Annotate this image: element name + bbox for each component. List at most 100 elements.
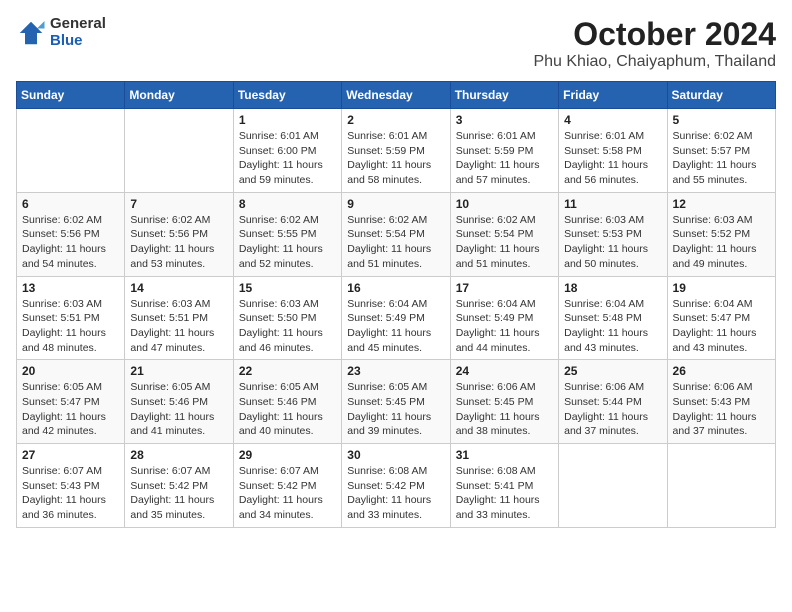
day-header-friday: Friday: [559, 82, 667, 109]
calendar-cell: 23 Sunrise: 6:05 AMSunset: 5:45 PMDayligh…: [342, 360, 450, 444]
day-number: 3: [456, 113, 553, 127]
day-info: Sunrise: 6:05 AMSunset: 5:45 PMDaylight:…: [347, 380, 444, 439]
calendar-cell: 29 Sunrise: 6:07 AMSunset: 5:42 PMDayligh…: [233, 444, 341, 528]
logo: General Blue: [16, 16, 106, 49]
day-number: 23: [347, 364, 444, 378]
day-number: 7: [130, 197, 227, 211]
day-number: 6: [22, 197, 119, 211]
day-info: Sunrise: 6:01 AMSunset: 5:58 PMDaylight:…: [564, 129, 661, 188]
day-number: 14: [130, 281, 227, 295]
calendar-cell: 11Sunrise: 6:03 AMSunset: 5:53 PMDayligh…: [559, 192, 667, 276]
week-row-3: 13 Sunrise: 6:03 AMSunset: 5:51 PMDayligh…: [17, 276, 776, 360]
calendar-cell: [125, 109, 233, 193]
calendar-cell: 21 Sunrise: 6:05 AMSunset: 5:46 PMDayligh…: [125, 360, 233, 444]
day-info: Sunrise: 6:07 AMSunset: 5:42 PMDaylight:…: [130, 464, 227, 523]
day-info: Sunrise: 6:02 AMSunset: 5:56 PMDaylight:…: [130, 213, 227, 272]
calendar-cell: 4 Sunrise: 6:01 AMSunset: 5:58 PMDaylight…: [559, 109, 667, 193]
day-info: Sunrise: 6:02 AMSunset: 5:54 PMDaylight:…: [347, 213, 444, 272]
day-number: 20: [22, 364, 119, 378]
day-info: Sunrise: 6:08 AMSunset: 5:41 PMDaylight:…: [456, 464, 553, 523]
day-info: Sunrise: 6:02 AMSunset: 5:55 PMDaylight:…: [239, 213, 336, 272]
day-info: Sunrise: 6:02 AMSunset: 5:54 PMDaylight:…: [456, 213, 553, 272]
day-number: 13: [22, 281, 119, 295]
day-info: Sunrise: 6:05 AMSunset: 5:46 PMDaylight:…: [130, 380, 227, 439]
day-number: 26: [673, 364, 770, 378]
day-number: 29: [239, 448, 336, 462]
day-info: Sunrise: 6:01 AMSunset: 6:00 PMDaylight:…: [239, 129, 336, 188]
calendar-cell: [559, 444, 667, 528]
day-header-saturday: Saturday: [667, 82, 775, 109]
day-info: Sunrise: 6:06 AMSunset: 5:43 PMDaylight:…: [673, 380, 770, 439]
day-number: 15: [239, 281, 336, 295]
day-number: 1: [239, 113, 336, 127]
day-info: Sunrise: 6:04 AMSunset: 5:49 PMDaylight:…: [347, 297, 444, 356]
week-row-1: 1 Sunrise: 6:01 AMSunset: 6:00 PMDaylight…: [17, 109, 776, 193]
calendar-cell: 15Sunrise: 6:03 AMSunset: 5:50 PMDayligh…: [233, 276, 341, 360]
day-header-wednesday: Wednesday: [342, 82, 450, 109]
calendar-cell: 7 Sunrise: 6:02 AMSunset: 5:56 PMDaylight…: [125, 192, 233, 276]
week-row-4: 20 Sunrise: 6:05 AMSunset: 5:47 PMDayligh…: [17, 360, 776, 444]
calendar-cell: 18 Sunrise: 6:04 AMSunset: 5:48 PMDayligh…: [559, 276, 667, 360]
day-number: 21: [130, 364, 227, 378]
day-info: Sunrise: 6:01 AMSunset: 5:59 PMDaylight:…: [456, 129, 553, 188]
day-info: Sunrise: 6:03 AMSunset: 5:51 PMDaylight:…: [22, 297, 119, 356]
calendar-cell: 13 Sunrise: 6:03 AMSunset: 5:51 PMDayligh…: [17, 276, 125, 360]
day-number: 19: [673, 281, 770, 295]
day-number: 9: [347, 197, 444, 211]
calendar-cell: 25 Sunrise: 6:06 AMSunset: 5:44 PMDayligh…: [559, 360, 667, 444]
calendar-cell: 5Sunrise: 6:02 AMSunset: 5:57 PMDaylight…: [667, 109, 775, 193]
logo-blue-label: Blue: [50, 33, 106, 50]
logo-general-label: General: [50, 16, 106, 33]
calendar-table: SundayMondayTuesdayWednesdayThursdayFrid…: [16, 81, 776, 528]
week-row-2: 6 Sunrise: 6:02 AMSunset: 5:56 PMDaylight…: [17, 192, 776, 276]
calendar-cell: [17, 109, 125, 193]
calendar-cell: 19 Sunrise: 6:04 AMSunset: 5:47 PMDayligh…: [667, 276, 775, 360]
location-title: Phu Khiao, Chaiyaphum, Thailand: [533, 53, 776, 71]
day-info: Sunrise: 6:01 AMSunset: 5:59 PMDaylight:…: [347, 129, 444, 188]
calendar-cell: 16 Sunrise: 6:04 AMSunset: 5:49 PMDayligh…: [342, 276, 450, 360]
day-number: 24: [456, 364, 553, 378]
day-info: Sunrise: 6:04 AMSunset: 5:48 PMDaylight:…: [564, 297, 661, 356]
day-number: 22: [239, 364, 336, 378]
calendar-cell: 14 Sunrise: 6:03 AMSunset: 5:51 PMDayligh…: [125, 276, 233, 360]
calendar-cell: 26 Sunrise: 6:06 AMSunset: 5:43 PMDayligh…: [667, 360, 775, 444]
day-number: 25: [564, 364, 661, 378]
day-header-monday: Monday: [125, 82, 233, 109]
day-number: 31: [456, 448, 553, 462]
day-number: 18: [564, 281, 661, 295]
day-info: Sunrise: 6:04 AMSunset: 5:47 PMDaylight:…: [673, 297, 770, 356]
day-info: Sunrise: 6:06 AMSunset: 5:44 PMDaylight:…: [564, 380, 661, 439]
calendar-cell: 3 Sunrise: 6:01 AMSunset: 5:59 PMDaylight…: [450, 109, 558, 193]
day-info: Sunrise: 6:07 AMSunset: 5:42 PMDaylight:…: [239, 464, 336, 523]
calendar-cell: 30Sunrise: 6:08 AMSunset: 5:42 PMDayligh…: [342, 444, 450, 528]
day-info: Sunrise: 6:07 AMSunset: 5:43 PMDaylight:…: [22, 464, 119, 523]
day-header-tuesday: Tuesday: [233, 82, 341, 109]
calendar-cell: 2 Sunrise: 6:01 AMSunset: 5:59 PMDaylight…: [342, 109, 450, 193]
calendar-cell: 1 Sunrise: 6:01 AMSunset: 6:00 PMDaylight…: [233, 109, 341, 193]
day-number: 12: [673, 197, 770, 211]
day-number: 2: [347, 113, 444, 127]
calendar-cell: 10 Sunrise: 6:02 AMSunset: 5:54 PMDayligh…: [450, 192, 558, 276]
month-title: October 2024: [533, 16, 776, 53]
calendar-cell: 6 Sunrise: 6:02 AMSunset: 5:56 PMDaylight…: [17, 192, 125, 276]
calendar-cell: 28 Sunrise: 6:07 AMSunset: 5:42 PMDayligh…: [125, 444, 233, 528]
day-number: 4: [564, 113, 661, 127]
day-number: 10: [456, 197, 553, 211]
calendar-cell: 12Sunrise: 6:03 AMSunset: 5:52 PMDayligh…: [667, 192, 775, 276]
day-header-sunday: Sunday: [17, 82, 125, 109]
day-info: Sunrise: 6:03 AMSunset: 5:51 PMDaylight:…: [130, 297, 227, 356]
day-number: 28: [130, 448, 227, 462]
calendar-cell: 9 Sunrise: 6:02 AMSunset: 5:54 PMDaylight…: [342, 192, 450, 276]
day-info: Sunrise: 6:05 AMSunset: 5:47 PMDaylight:…: [22, 380, 119, 439]
logo-icon: [16, 18, 46, 48]
day-info: Sunrise: 6:02 AMSunset: 5:56 PMDaylight:…: [22, 213, 119, 272]
day-header-thursday: Thursday: [450, 82, 558, 109]
day-header-row: SundayMondayTuesdayWednesdayThursdayFrid…: [17, 82, 776, 109]
title-area: October 2024 Phu Khiao, Chaiyaphum, Thai…: [533, 16, 776, 71]
day-info: Sunrise: 6:04 AMSunset: 5:49 PMDaylight:…: [456, 297, 553, 356]
calendar-cell: 22Sunrise: 6:05 AMSunset: 5:46 PMDayligh…: [233, 360, 341, 444]
day-number: 11: [564, 197, 661, 211]
day-number: 30: [347, 448, 444, 462]
day-number: 16: [347, 281, 444, 295]
calendar-cell: 24Sunrise: 6:06 AMSunset: 5:45 PMDayligh…: [450, 360, 558, 444]
